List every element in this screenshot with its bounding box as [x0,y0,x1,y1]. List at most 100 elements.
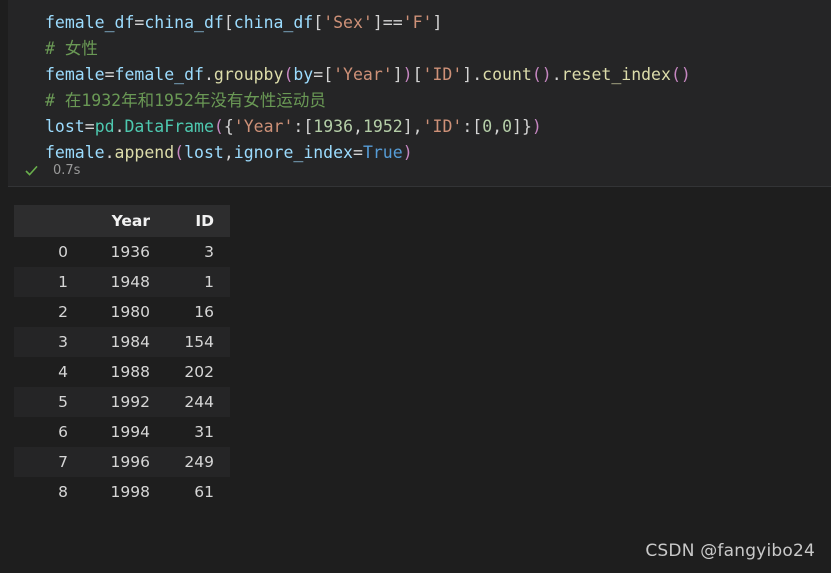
code-token: = [313,65,324,84]
code-token: ( [213,117,224,136]
cell-id: 1 [204,273,214,291]
code-token: . [472,65,483,84]
code-token: china_df [233,13,314,32]
code-token: = [134,13,145,32]
table-row: 2 1980 16 [14,297,230,327]
code-token: : [293,117,304,136]
table-row: 5 1992 244 [14,387,230,417]
cell-index: 7 [58,453,68,471]
code-token: [ [223,13,234,32]
table-row: 8 1998 61 [14,477,230,507]
watermark: CSDN @fangyibo24 [645,541,815,561]
code-token: ) [402,65,413,84]
code-token: [ [323,65,334,84]
cell-year: 1992 [110,393,150,411]
code-token: [ [313,13,324,32]
code-token: 'Sex' [323,13,373,32]
cell-index: 6 [58,423,68,441]
cell-id: 202 [184,363,214,381]
table-row: 6 1994 31 [14,417,230,447]
code-token: by [293,65,314,84]
code-token: ] [462,65,473,84]
cell-id: 154 [184,333,214,351]
check-icon [24,163,39,178]
code-token: ] [392,65,403,84]
cell-index: 8 [58,483,68,501]
code-token: china_df [144,13,224,32]
cell-id: 244 [184,393,214,411]
code-token: female_df [45,13,135,32]
cell-id: 16 [194,303,214,321]
code-token: == [382,13,403,32]
notebook-code-cell[interactable]: female_df=china_df[china_df['Sex']=='F']… [0,0,831,187]
code-token: DataFrame [124,117,214,136]
code-token: . [203,65,214,84]
code-token: () [531,65,552,84]
code-line: female_df=china_df[china_df['Sex']=='F'] [45,10,831,36]
code-token: reset_index [561,65,671,84]
column-header-index [14,205,82,237]
cell-year: 1996 [110,453,150,471]
code-token: . [114,117,125,136]
code-token: { [223,117,234,136]
code-token: = [104,65,115,84]
code-token: , [492,117,503,136]
cell-id: 3 [204,243,214,261]
cell-output: Year ID 0 1936 3 1 1948 1 2 1980 16 3 1984 154 4 1988… [0,187,831,507]
cell-index: 1 [58,273,68,291]
dataframe-body: 0 1936 3 1 1948 1 2 1980 16 3 1984 154 4 1988 202 5 1992… [14,237,230,507]
code-token: . [551,65,562,84]
table-row: 1 1948 1 [14,267,230,297]
code-line: lost=pd.DataFrame({'Year':[1936,1952],'I… [45,114,831,140]
dataframe-header: Year ID [14,205,230,237]
code-token: ] [372,13,383,32]
code-token: 0 [482,117,493,136]
code-token: , [353,117,363,136]
cell-index: 3 [58,333,68,351]
cell-id: 61 [194,483,214,501]
code-token: 'ID' [422,65,463,84]
code-token: 0 [502,117,513,136]
code-editor[interactable]: female_df=china_df[china_df['Sex']=='F']… [0,10,831,166]
code-token: ] [432,13,443,32]
code-token: ] [512,117,522,136]
cell-id: 31 [194,423,214,441]
code-token: () [670,65,691,84]
table-header-row: Year ID [14,205,230,237]
column-header-id: ID [195,212,214,230]
code-token: } [521,117,532,136]
code-token: count [482,65,532,84]
cell-year: 1994 [110,423,150,441]
cell-year: 1980 [110,303,150,321]
code-token: ) [531,117,542,136]
code-token: # 女性 [45,39,98,58]
code-token: = [84,117,95,136]
code-line: # 在1932年和1952年没有女性运动员 [45,88,831,114]
cell-index: 4 [58,363,68,381]
cell-year: 1936 [110,243,150,261]
code-token: 'Year' [233,117,294,136]
code-token: ( [283,65,294,84]
column-header-year: Year [111,212,150,230]
dataframe-table: Year ID 0 1936 3 1 1948 1 2 1980 16 3 1984 154 4 1988… [14,205,230,507]
code-token: female [45,65,105,84]
cell-index: 2 [58,303,68,321]
table-row: 7 1996 249 [14,447,230,477]
code-token: 'F' [402,13,433,32]
code-token: lost [45,117,85,136]
table-row: 0 1936 3 [14,237,230,267]
cell-year: 1998 [110,483,150,501]
code-token: ] [402,117,413,136]
cell-index: 5 [58,393,68,411]
execution-time: 0.7s [53,162,81,178]
code-token: 'Year' [333,65,393,84]
cell-id: 249 [184,453,214,471]
code-token: 1936 [313,117,354,136]
code-token: pd [94,117,115,136]
code-content: female_df=china_df[china_df['Sex']=='F']… [45,10,831,166]
code-token: 'ID' [422,117,463,136]
code-token: female_df [114,65,204,84]
cell-year: 1948 [110,273,150,291]
code-token: , [412,117,423,136]
cell-year: 1988 [110,363,150,381]
